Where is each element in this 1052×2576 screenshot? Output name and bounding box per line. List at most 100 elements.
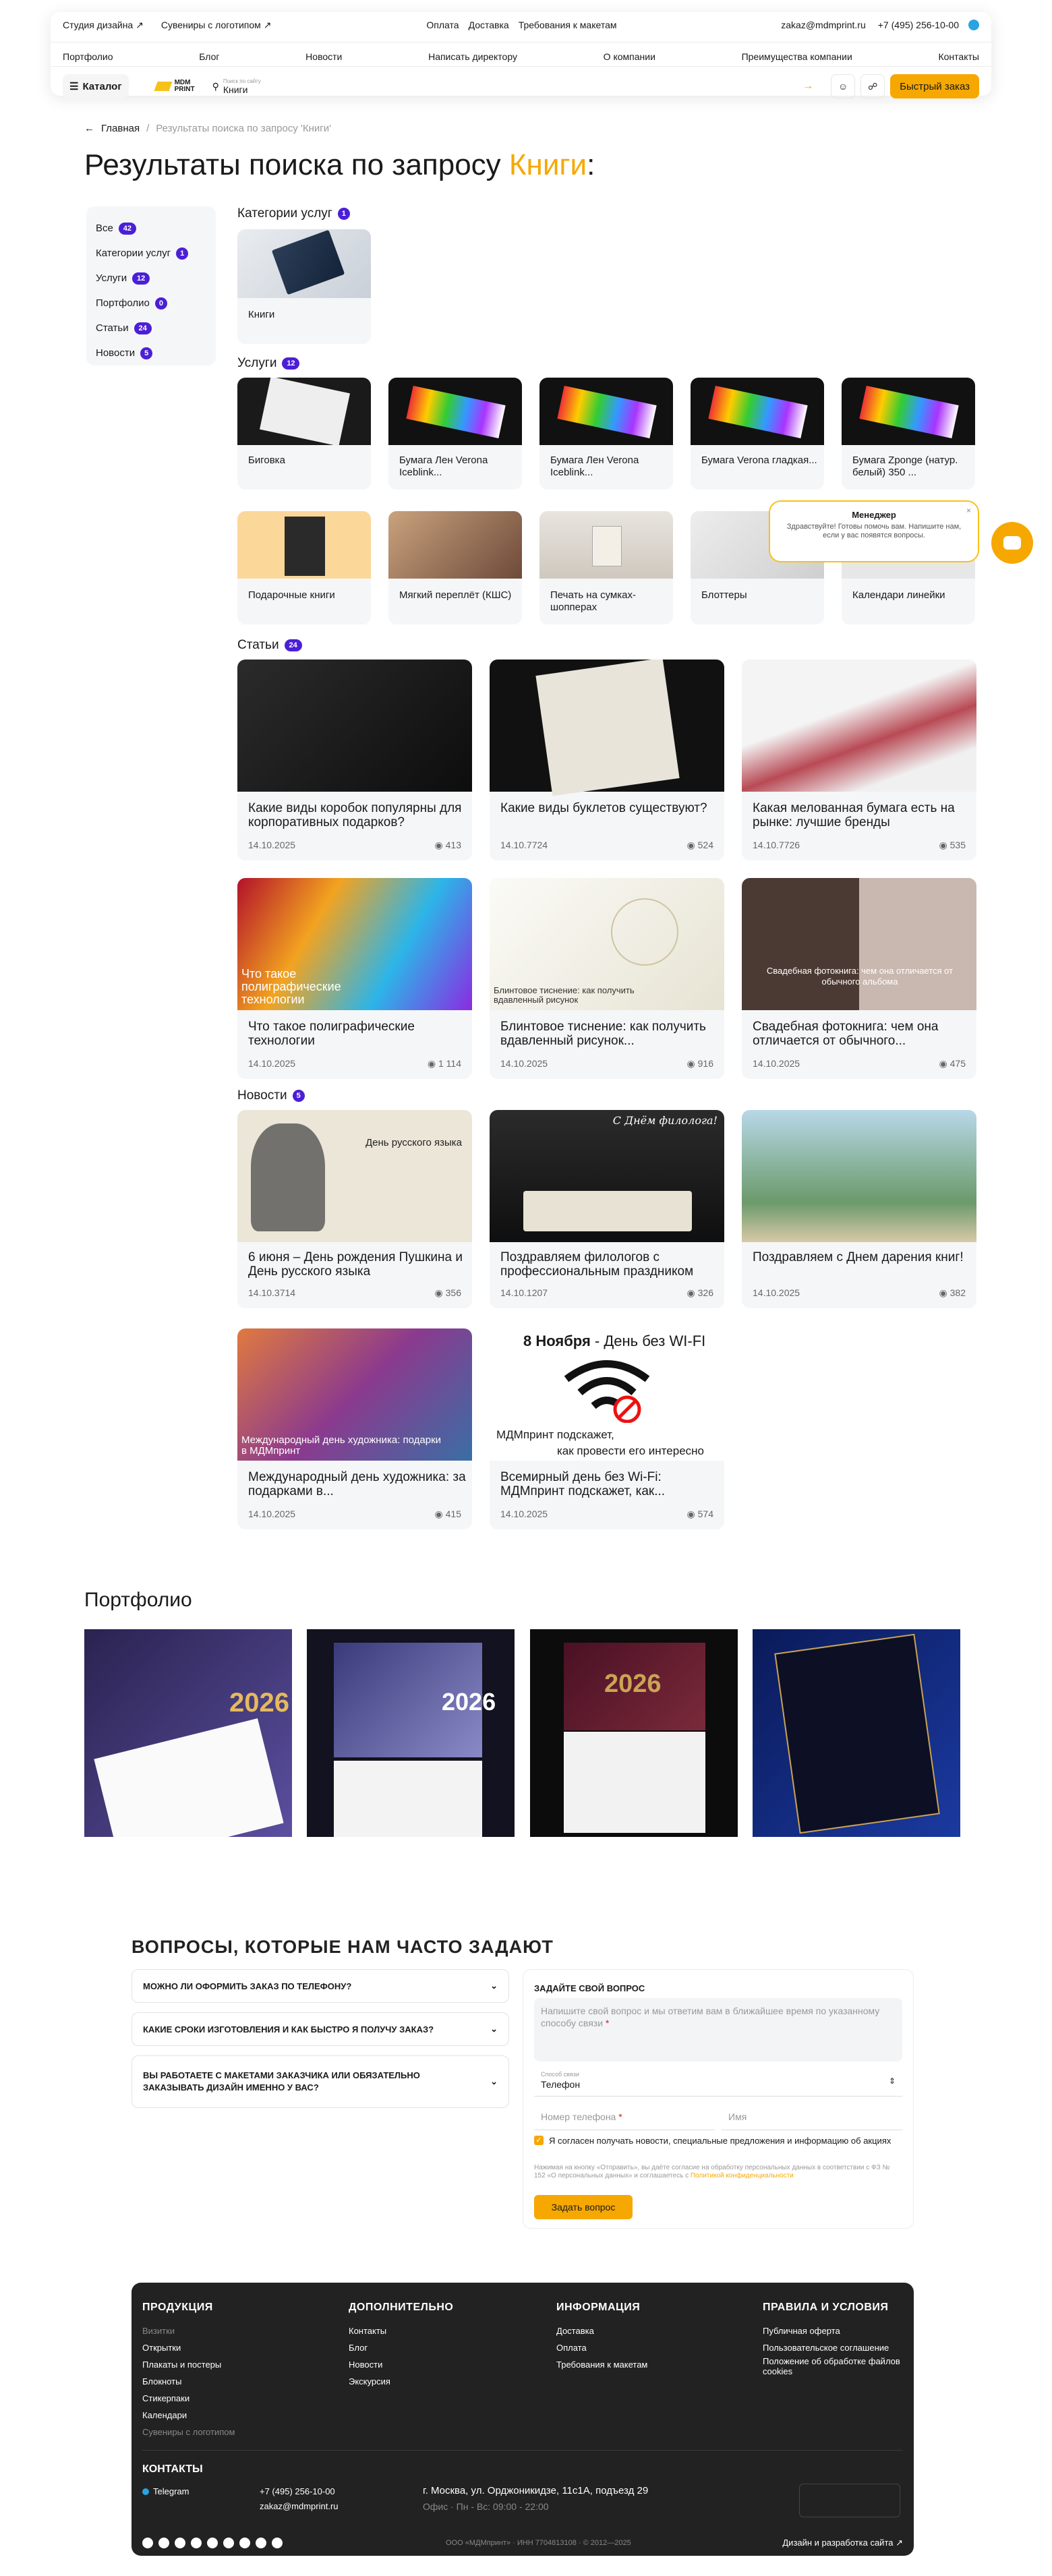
header-email[interactable]: zakaz@mdmprint.ru	[781, 20, 865, 30]
nav-portfolio[interactable]: Портфолио	[63, 51, 113, 62]
phone-field[interactable]: Номер телефона *	[534, 2105, 715, 2130]
breadcrumb-home[interactable]: Главная	[101, 123, 140, 134]
article-card[interactable]: Блинтовое тиснение: как получить вдавлен…	[490, 878, 724, 1079]
developer-link[interactable]: Дизайн и разработка сайта ↗	[782, 2538, 903, 2548]
filter-news[interactable]: Новости 5	[96, 341, 206, 365]
portfolio-item[interactable]: 2026	[307, 1629, 515, 1837]
youtube-icon[interactable]	[175, 2538, 185, 2548]
portfolio-item[interactable]	[753, 1629, 960, 1837]
tiktok-icon[interactable]	[256, 2538, 266, 2548]
footer-link[interactable]: Экскурсия	[349, 2373, 453, 2390]
service-card[interactable]: Бумага Лен Verona Iceblink...	[539, 378, 673, 490]
nav-advantages[interactable]: Преимущества компании	[742, 51, 852, 62]
ok-icon[interactable]	[191, 2538, 202, 2548]
filter-services[interactable]: Услуги 12	[96, 266, 206, 291]
footer-link[interactable]: Оплата	[556, 2339, 647, 2356]
news-card[interactable]: 8 Ноября - День без WI-FI МДМпринт подск…	[490, 1328, 724, 1529]
footer-link[interactable]: Требования к макетам	[556, 2356, 647, 2373]
header-phone[interactable]: +7 (495) 256-10-00	[878, 20, 959, 30]
footer-link[interactable]: Календари	[142, 2407, 235, 2424]
footer-link[interactable]: Блог	[349, 2339, 453, 2356]
footer-link[interactable]: Плакаты и постеры	[142, 2356, 235, 2373]
close-icon[interactable]: ×	[966, 506, 971, 515]
account-button[interactable]: ☺	[831, 74, 856, 98]
delivery-link[interactable]: Доставка	[469, 20, 509, 30]
filter-articles[interactable]: Статьи 24	[96, 316, 206, 341]
privacy-link[interactable]: Политикой конфиденциальности	[691, 2172, 794, 2179]
nav-blog[interactable]: Блог	[199, 51, 219, 62]
service-card[interactable]: Бумага Лен Verona Iceblink...	[388, 378, 522, 490]
back-arrow-icon[interactable]: ←	[84, 123, 94, 134]
question-textarea[interactable]: Напишите свой вопрос и мы ответим вам в …	[534, 1998, 902, 2061]
service-card[interactable]: Мягкий переплёт (КШС)	[388, 511, 522, 624]
article-card[interactable]: Что такое полиграфические технологии Что…	[237, 878, 472, 1079]
payment-link[interactable]: Оплата	[426, 20, 459, 30]
search-submit-arrow-icon[interactable]: →	[802, 80, 813, 92]
news-card[interactable]: С Днём филолога! Поздравляем филологов с…	[490, 1110, 724, 1308]
portfolio-item[interactable]: 2026	[84, 1629, 292, 1837]
news-card[interactable]: Международный день художника: подарки в …	[237, 1328, 472, 1529]
design-studio-link[interactable]: Студия дизайна ↗	[63, 20, 144, 31]
footer-link[interactable]: Публичная оферта	[763, 2322, 904, 2339]
logo[interactable]: MDM PRINT	[154, 80, 202, 93]
whatsapp-icon[interactable]	[272, 2538, 283, 2548]
search-box[interactable]: ⚲ Поиск по сайту Книги	[212, 74, 803, 98]
article-card[interactable]: Какие виды коробок популярны для корпора…	[237, 660, 472, 860]
filter-portfolio[interactable]: Портфолио 0	[96, 291, 206, 316]
footer-link[interactable]: Положение об обработке файлов cookies	[763, 2356, 904, 2376]
faq-item[interactable]: МОЖНО ЛИ ОФОРМИТЬ ЗАКАЗ ПО ТЕЛЕФОНУ? ⌄	[132, 1969, 509, 2003]
pinterest-icon[interactable]	[239, 2538, 250, 2548]
quick-order-button[interactable]: Быстрый заказ	[890, 74, 979, 98]
dzen-icon[interactable]	[207, 2538, 218, 2548]
footer-link[interactable]: Пользовательское соглашение	[763, 2339, 904, 2356]
news-card[interactable]: Поздравляем с Днем дарения книг! 14.10.2…	[742, 1110, 976, 1308]
footer-email[interactable]: zakaz@mdmprint.ru	[260, 2501, 339, 2511]
souvenirs-link[interactable]: Сувениры с логотипом ↗	[161, 20, 272, 31]
article-card[interactable]: Какие виды буклетов существуют? 14.10.77…	[490, 660, 724, 860]
catalog-button[interactable]: ☰ Каталог	[63, 74, 129, 98]
filter-all[interactable]: Все 42	[96, 216, 206, 241]
footer-link[interactable]: Стикерпаки	[142, 2390, 235, 2407]
footer-phone[interactable]: +7 (495) 256-10-00	[260, 2486, 335, 2496]
faq-item[interactable]: КАКИЕ СРОКИ ИЗГОТОВЛЕНИЯ И КАК БЫСТРО Я …	[132, 2012, 509, 2046]
submit-button[interactable]: Задать вопрос	[534, 2195, 633, 2219]
nav-news[interactable]: Новости	[305, 51, 342, 62]
name-field[interactable]: Имя	[722, 2105, 902, 2130]
requirements-link[interactable]: Требования к макетам	[519, 20, 617, 30]
telegram-icon[interactable]	[968, 20, 979, 30]
footer-telegram[interactable]: Telegram	[142, 2486, 189, 2496]
category-card-books[interactable]: Книги	[237, 229, 371, 344]
service-card[interactable]: Подарочные книги	[237, 511, 371, 624]
footer-link[interactable]: Новости	[349, 2356, 453, 2373]
article-card[interactable]: Какая мелованная бумага есть на рынке: л…	[742, 660, 976, 860]
footer-link[interactable]: Открытки	[142, 2339, 235, 2356]
filter-categories[interactable]: Категории услуг 1	[96, 241, 206, 266]
portfolio-item[interactable]: 2026	[530, 1629, 738, 1837]
footer-link[interactable]: Контакты	[349, 2322, 453, 2339]
service-card[interactable]: Бумага Verona гладкая...	[691, 378, 824, 490]
cart-button[interactable]: ☍	[860, 74, 885, 98]
views: ◉ 574	[687, 1509, 713, 1520]
nav-write-director[interactable]: Написать директору	[428, 51, 517, 62]
footer-link[interactable]: Визитки	[142, 2322, 235, 2339]
footer-link[interactable]: Блокноты	[142, 2373, 235, 2390]
telegram-icon[interactable]	[142, 2538, 153, 2548]
search-input[interactable]: Книги	[223, 84, 261, 95]
contact-method-select[interactable]: Способ связи Телефон ⇕	[534, 2068, 902, 2097]
service-card[interactable]: Бумага Zponge (натур. белый) 350 ...	[842, 378, 975, 490]
footer-link[interactable]: Сувениры с логотипом	[142, 2424, 235, 2440]
rutube-icon[interactable]	[223, 2538, 234, 2548]
news-card[interactable]: День русского языка 6 июня – День рожден…	[237, 1110, 472, 1308]
nav-about[interactable]: О компании	[604, 51, 655, 62]
chat-popup[interactable]: Менеджер Здравствуйте! Готовы помочь вам…	[769, 500, 979, 562]
consent-checkbox[interactable]: ✓	[534, 2136, 544, 2145]
article-card[interactable]: Свадебная фотокнига: чем она отличается …	[742, 878, 976, 1079]
nav-contacts[interactable]: Контакты	[938, 51, 978, 62]
service-card[interactable]: Биговка	[237, 378, 371, 490]
footer-widget-box[interactable]	[799, 2484, 900, 2517]
vk-icon[interactable]	[158, 2538, 169, 2548]
service-card[interactable]: Печать на сумках-шопперах	[539, 511, 673, 624]
footer-link[interactable]: Доставка	[556, 2322, 647, 2339]
faq-item[interactable]: ВЫ РАБОТАЕТЕ С МАКЕТАМИ ЗАКАЗЧИКА ИЛИ ОБ…	[132, 2055, 509, 2108]
chat-button[interactable]	[991, 522, 1033, 564]
